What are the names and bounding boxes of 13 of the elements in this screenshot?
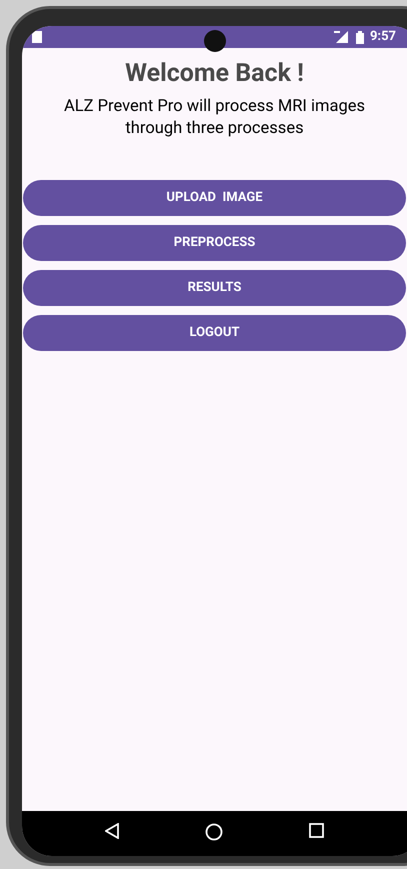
menu-button[interactable]: RESULTS	[23, 270, 406, 306]
sd-card-icon	[32, 31, 42, 43]
menu-button[interactable]: UPLOAD IMAGE	[23, 180, 406, 216]
battery-icon	[356, 30, 364, 44]
menu-button[interactable]: LOGOUT	[23, 315, 406, 351]
back-icon[interactable]	[105, 822, 119, 838]
intro-text: ALZ Prevent Pro will process MRI images through three processes	[63, 96, 366, 140]
recents-icon[interactable]	[309, 822, 324, 838]
signal-icon	[334, 31, 348, 43]
home-icon[interactable]	[205, 822, 223, 840]
status-time: 9:57	[370, 28, 396, 46]
welcome-title: Welcome Back !	[125, 58, 304, 90]
menu-button[interactable]: PREPROCESS	[23, 225, 406, 261]
